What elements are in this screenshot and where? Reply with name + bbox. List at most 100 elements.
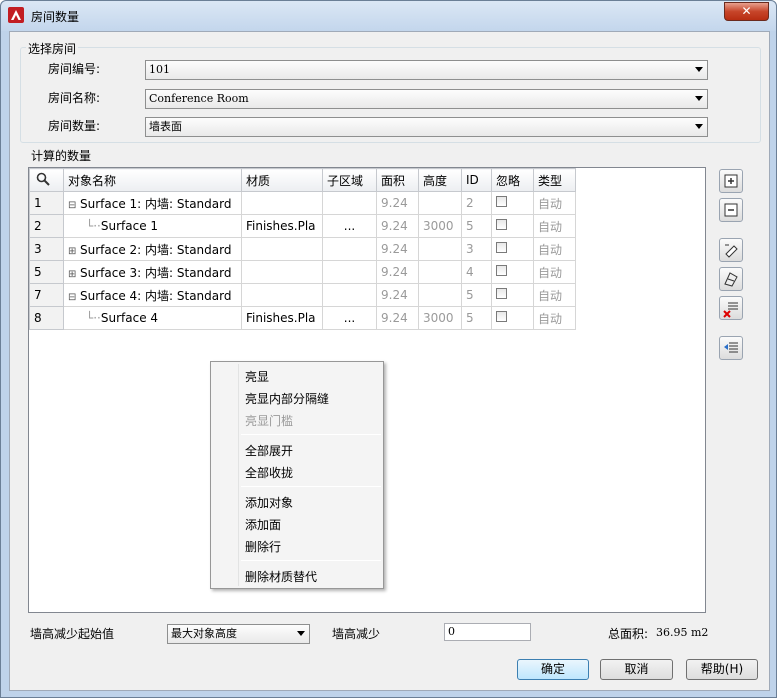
column-header-ignore[interactable]: 忽略 [491, 168, 534, 192]
material-cell[interactable]: Finishes.Pla [241, 306, 323, 330]
subarea-cell[interactable]: ... [322, 306, 377, 330]
collapse-all-button[interactable] [719, 198, 743, 222]
column-header-id[interactable]: ID [461, 168, 492, 192]
object-name-cell: ⊞ Surface 3: 内墙: Standard [63, 260, 242, 284]
ignore-cell [491, 237, 534, 261]
ignore-checkbox[interactable] [496, 219, 507, 230]
menu-item-highlight[interactable]: 亮显 [245, 368, 269, 385]
area-cell: 9.24 [376, 214, 419, 238]
ignore-checkbox[interactable] [496, 265, 507, 276]
ignore-cell [491, 260, 534, 284]
column-header-subarea[interactable]: 子区域 [322, 168, 377, 192]
add-surface-icon [724, 272, 738, 287]
help-button[interactable]: 帮助(H) [686, 659, 758, 680]
room-quantity-label: 房间数量: [48, 119, 101, 133]
chevron-down-icon [695, 67, 703, 72]
material-cell[interactable] [241, 191, 323, 215]
height-cell: 3000 [418, 214, 462, 238]
ignore-cell [491, 306, 534, 330]
ok-button[interactable]: 确定 [517, 659, 589, 680]
column-header-area[interactable]: 面积 [376, 168, 419, 192]
subarea-cell[interactable] [322, 191, 377, 215]
object-name: Surface 3: 内墙: Standard [80, 265, 232, 280]
type-cell: 自动 [533, 214, 576, 238]
room-quantity-select[interactable]: 墙表面 [145, 117, 708, 137]
title-bar: 房间数量 ✕ [1, 1, 776, 31]
chevron-down-icon [695, 96, 703, 101]
room-name-select[interactable]: Conference Room [145, 89, 708, 109]
collapse-icon[interactable]: ⊟ [68, 200, 80, 211]
menu-item-collapse-all[interactable]: 全部收拢 [245, 464, 293, 481]
collapse-icon[interactable]: ⊟ [68, 292, 80, 303]
table-row[interactable]: 3 ⊞ Surface 2: 内墙: Standard 9.24 3 自动 [29, 237, 576, 261]
wall-reduce-start-value: 最大对象高度 [171, 627, 237, 640]
ignore-checkbox[interactable] [496, 242, 507, 253]
total-area-label: 总面积: [608, 627, 649, 641]
column-header-type[interactable]: 类型 [533, 168, 576, 192]
object-name: Surface 1 [100, 219, 159, 233]
room-quantity-value: 墙表面 [149, 120, 182, 133]
delete-material-override-icon [724, 342, 738, 353]
object-name: Surface 4: 内墙: Standard [80, 288, 232, 303]
menu-separator [241, 560, 381, 561]
tree-line: └·· [86, 311, 101, 325]
row-number: 1 [29, 191, 64, 215]
delete-material-override-button[interactable] [719, 336, 743, 360]
expand-all-icon [724, 174, 738, 188]
delete-row-button[interactable] [719, 296, 743, 320]
add-surface-button[interactable] [719, 267, 743, 291]
select-room-legend: 选择房间 [26, 40, 79, 57]
id-cell: 5 [461, 214, 492, 238]
menu-item-delete-material-override[interactable]: 删除材质替代 [245, 568, 317, 585]
ignore-checkbox[interactable] [496, 196, 507, 207]
area-cell: 9.24 [376, 191, 419, 215]
row-number: 7 [29, 283, 64, 307]
close-button[interactable]: ✕ [724, 2, 769, 21]
menu-item-delete-row[interactable]: 删除行 [245, 538, 281, 555]
object-name: Surface 4 [100, 311, 159, 325]
table-row[interactable]: 2 └··Surface 1 Finishes.Pla ... 9.24 300… [29, 214, 576, 238]
material-cell[interactable] [241, 260, 323, 284]
id-cell: 4 [461, 260, 492, 284]
table-row[interactable]: 5 ⊞ Surface 3: 内墙: Standard 9.24 4 自动 [29, 260, 576, 284]
search-column-header[interactable] [29, 168, 64, 192]
object-name-cell: └··Surface 1 [63, 214, 242, 238]
material-cell[interactable] [241, 283, 323, 307]
select-room-group: 选择房间 房间编号: 101 房间名称: Conference Room 房间数… [20, 40, 761, 143]
autocad-icon [8, 7, 24, 23]
quantities-table: 对象名称 材质 子区域 面积 高度 ID 忽略 类型 1 ⊟ Surface 1:… [29, 168, 576, 330]
menu-separator [241, 434, 381, 435]
column-header-height[interactable]: 高度 [418, 168, 462, 192]
menu-item-expand-all[interactable]: 全部展开 [245, 442, 293, 459]
column-header-name[interactable]: 对象名称 [63, 168, 242, 192]
subarea-cell[interactable] [322, 237, 377, 261]
menu-item-highlight-internal-joints[interactable]: 亮显内部分隔缝 [245, 390, 329, 407]
material-cell[interactable]: Finishes.Pla [241, 214, 323, 238]
room-number-select[interactable]: 101 [145, 60, 708, 80]
subarea-cell[interactable] [322, 283, 377, 307]
expand-icon[interactable]: ⊞ [68, 269, 80, 280]
area-cell: 9.24 [376, 306, 419, 330]
wall-reduce-start-select[interactable]: 最大对象高度 [167, 624, 310, 644]
subarea-cell[interactable] [322, 260, 377, 284]
add-object-button[interactable] [719, 238, 743, 262]
cancel-button[interactable]: 取消 [600, 659, 673, 680]
row-number: 5 [29, 260, 64, 284]
table-row[interactable]: 8 └··Surface 4 Finishes.Pla ... 9.24 300… [29, 306, 576, 330]
room-name-value: Conference Room [149, 92, 249, 105]
subarea-cell[interactable]: ... [322, 214, 377, 238]
table-row[interactable]: 1 ⊟ Surface 1: 内墙: Standard 9.24 2 自动 [29, 191, 576, 215]
type-cell: 自动 [533, 260, 576, 284]
wall-reduce-input[interactable]: 0 [444, 623, 531, 641]
menu-item-add-object[interactable]: 添加对象 [245, 494, 293, 511]
menu-item-add-surface[interactable]: 添加面 [245, 516, 281, 533]
ignore-checkbox[interactable] [496, 311, 507, 322]
material-cell[interactable] [241, 237, 323, 261]
ignore-checkbox[interactable] [496, 288, 507, 299]
area-cell: 9.24 [376, 237, 419, 261]
column-header-material[interactable]: 材质 [241, 168, 323, 192]
expand-all-button[interactable] [719, 169, 743, 193]
add-object-icon [725, 244, 738, 258]
expand-icon[interactable]: ⊞ [68, 246, 80, 257]
table-row[interactable]: 7 ⊟ Surface 4: 内墙: Standard 9.24 5 自动 [29, 283, 576, 307]
